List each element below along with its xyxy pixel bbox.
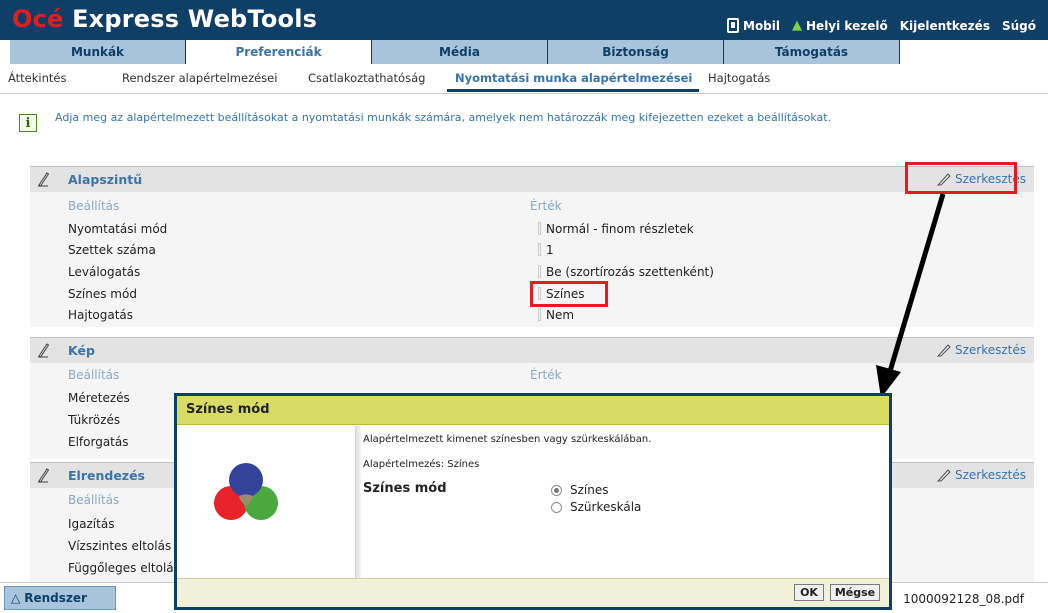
cancel-button[interactable]: Mégse: [830, 584, 880, 601]
ok-button[interactable]: OK: [794, 584, 824, 601]
dialog-footer: OK Mégse: [177, 578, 889, 607]
color-mode-dialog: Színes mód Alapértelmezett kimenet színe…: [174, 393, 892, 610]
dialog-description: Alapértelmezett kimenet színesben vagy s…: [363, 434, 652, 445]
dialog-title: Színes mód: [186, 402, 270, 417]
dialog-illustration: [177, 426, 355, 578]
radio-label: Színes: [570, 483, 609, 497]
dialog-field-label: Színes mód: [363, 481, 447, 496]
color-circles-icon: [214, 463, 278, 520]
radio-option-color[interactable]: Színes: [551, 483, 609, 497]
radio-option-grayscale[interactable]: Szürkeskála: [551, 500, 641, 514]
radio-button[interactable]: [551, 484, 562, 496]
radio-button[interactable]: [551, 501, 562, 513]
dialog-title-bar: Színes mód: [177, 396, 889, 425]
dialog-default-text: Alapértelmezés: Színes: [363, 459, 480, 470]
dialog-divider: [355, 426, 361, 578]
radio-label: Szürkeskála: [570, 500, 642, 514]
